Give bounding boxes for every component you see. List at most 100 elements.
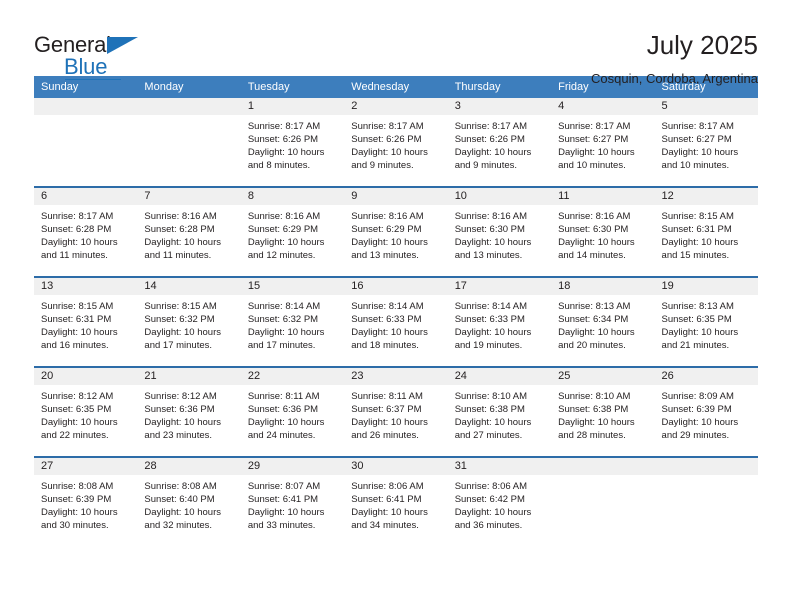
day-cell-inner: 10 Sunrise: 8:16 AM Sunset: 6:30 PM Dayligh…	[447, 188, 552, 276]
day-cell[interactable]: 10 Sunrise: 8:16 AM Sunset: 6:30 PM Dayligh…	[447, 186, 552, 277]
day-cell-inner: 3 Sunrise: 8:17 AM Sunset: 6:26 PM Daylight…	[447, 98, 552, 186]
day-cell-inner: 30 Sunrise: 8:06 AM Sunset: 6:41 PM Dayligh…	[344, 458, 448, 546]
sunset-text: Sunset: 6:26 PM	[351, 134, 422, 145]
day-cell[interactable]: 9 Sunrise: 8:16 AM Sunset: 6:29 PM Daylight…	[344, 186, 448, 277]
day-cell-empty	[34, 98, 138, 187]
sunset-text: Sunset: 6:41 PM	[351, 494, 422, 505]
day-cell[interactable]: 15 Sunrise: 8:14 AM Sunset: 6:32 PM Dayligh…	[240, 276, 345, 367]
day-cell-inner: 18 Sunrise: 8:13 AM Sunset: 6:34 PM Dayligh…	[551, 278, 655, 366]
daylight-text: Daylight: 10 hours and 27 minutes.	[454, 417, 532, 441]
sunrise-text: Sunrise: 8:10 AM	[558, 391, 631, 402]
sunset-text: Sunset: 6:30 PM	[558, 224, 629, 235]
day-cell[interactable]: 5 Sunrise: 8:17 AM Sunset: 6:27 PM Daylight…	[654, 98, 758, 187]
sunrise-text: Sunrise: 8:14 AM	[454, 301, 528, 312]
day-number: 14	[137, 278, 241, 295]
day-number: 17	[447, 278, 552, 295]
day-cell-inner: 20 Sunrise: 8:12 AM Sunset: 6:35 PM Dayligh…	[34, 368, 138, 456]
day-cell[interactable]: 16 Sunrise: 8:14 AM Sunset: 6:33 PM Dayligh…	[344, 276, 448, 367]
sunset-text: Sunset: 6:36 PM	[247, 404, 319, 415]
daylight-text: Daylight: 10 hours and 29 minutes.	[661, 417, 739, 441]
day-cell[interactable]: 23 Sunrise: 8:11 AM Sunset: 6:37 PM Dayligh…	[344, 366, 448, 457]
day-number	[654, 458, 758, 475]
day-cell-inner: 5 Sunrise: 8:17 AM Sunset: 6:27 PM Daylight…	[654, 98, 758, 186]
day-cell-empty	[137, 98, 241, 187]
logo-underline	[65, 79, 121, 80]
sunset-text: Sunset: 6:35 PM	[661, 314, 732, 325]
day-cell[interactable]: 27 Sunrise: 8:08 AM Sunset: 6:39 PM Dayligh…	[34, 456, 138, 546]
day-cell[interactable]: 3 Sunrise: 8:17 AM Sunset: 6:26 PM Daylight…	[447, 98, 552, 187]
day-cell[interactable]: 29 Sunrise: 8:07 AM Sunset: 6:41 PM Dayligh…	[240, 456, 345, 546]
sunrise-text: Sunrise: 8:11 AM	[247, 391, 320, 402]
day-sun-info: Sunrise: 8:17 AM Sunset: 6:26 PM Daylight:…	[241, 115, 344, 172]
day-number: 10	[447, 188, 552, 205]
sunset-text: Sunset: 6:32 PM	[247, 314, 319, 325]
day-sun-info: Sunrise: 8:11 AM Sunset: 6:36 PM Daylight:…	[241, 385, 344, 442]
day-cell-inner: 26 Sunrise: 8:09 AM Sunset: 6:39 PM Dayligh…	[654, 368, 758, 456]
day-cell-inner	[34, 98, 138, 186]
day-sun-info: Sunrise: 8:14 AM Sunset: 6:33 PM Daylight:…	[344, 295, 447, 352]
sunset-text: Sunset: 6:29 PM	[351, 224, 422, 235]
day-cell[interactable]: 21 Sunrise: 8:12 AM Sunset: 6:36 PM Dayligh…	[137, 366, 241, 457]
sunrise-text: Sunrise: 8:16 AM	[247, 211, 321, 222]
day-cell[interactable]: 7 Sunrise: 8:16 AM Sunset: 6:28 PM Daylight…	[137, 186, 241, 277]
day-cell[interactable]: 22 Sunrise: 8:11 AM Sunset: 6:36 PM Dayligh…	[240, 366, 345, 457]
day-cell-inner: 22 Sunrise: 8:11 AM Sunset: 6:36 PM Dayligh…	[240, 368, 345, 456]
day-cell[interactable]: 4 Sunrise: 8:17 AM Sunset: 6:27 PM Daylight…	[551, 98, 655, 187]
day-number: 29	[240, 458, 345, 475]
daylight-text: Daylight: 10 hours and 30 minutes.	[41, 507, 118, 531]
day-cell-inner: 14 Sunrise: 8:15 AM Sunset: 6:32 PM Dayligh…	[137, 278, 241, 366]
daylight-text: Daylight: 10 hours and 11 minutes.	[144, 237, 221, 261]
sunset-text: Sunset: 6:38 PM	[558, 404, 629, 415]
day-cell[interactable]: 20 Sunrise: 8:12 AM Sunset: 6:35 PM Dayligh…	[34, 366, 138, 457]
day-cell[interactable]: 12 Sunrise: 8:15 AM Sunset: 6:31 PM Dayligh…	[654, 186, 758, 277]
sunset-text: Sunset: 6:31 PM	[41, 314, 112, 325]
sunset-text: Sunset: 6:36 PM	[144, 404, 215, 415]
day-cell-inner: 21 Sunrise: 8:12 AM Sunset: 6:36 PM Dayligh…	[137, 368, 241, 456]
day-cell[interactable]: 26 Sunrise: 8:09 AM Sunset: 6:39 PM Dayligh…	[654, 366, 758, 457]
day-sun-info: Sunrise: 8:12 AM Sunset: 6:35 PM Daylight:…	[34, 385, 137, 442]
day-cell[interactable]: 18 Sunrise: 8:13 AM Sunset: 6:34 PM Dayligh…	[551, 276, 655, 367]
day-number: 6	[34, 188, 138, 205]
day-cell[interactable]: 8 Sunrise: 8:16 AM Sunset: 6:29 PM Daylight…	[240, 186, 345, 277]
day-sun-info: Sunrise: 8:14 AM Sunset: 6:32 PM Daylight:…	[241, 295, 344, 352]
day-number: 2	[344, 98, 448, 115]
day-number: 16	[344, 278, 448, 295]
day-cell-empty	[654, 456, 758, 546]
day-cell[interactable]: 17 Sunrise: 8:14 AM Sunset: 6:33 PM Dayligh…	[447, 276, 552, 367]
day-cell-inner: 4 Sunrise: 8:17 AM Sunset: 6:27 PM Daylight…	[551, 98, 655, 186]
day-number: 9	[344, 188, 448, 205]
sunset-text: Sunset: 6:26 PM	[454, 134, 525, 145]
day-sun-info: Sunrise: 8:17 AM Sunset: 6:26 PM Daylight:…	[344, 115, 447, 172]
day-number: 20	[34, 368, 138, 385]
day-cell[interactable]: 13 Sunrise: 8:15 AM Sunset: 6:31 PM Dayligh…	[34, 276, 138, 367]
day-cell-inner: 19 Sunrise: 8:13 AM Sunset: 6:35 PM Dayligh…	[654, 278, 758, 366]
day-number: 30	[344, 458, 448, 475]
day-cell[interactable]: 30 Sunrise: 8:06 AM Sunset: 6:41 PM Dayligh…	[344, 456, 448, 546]
day-cell-inner: 2 Sunrise: 8:17 AM Sunset: 6:26 PM Daylight…	[344, 98, 448, 186]
day-number	[137, 98, 241, 115]
day-number	[34, 98, 138, 115]
sunset-text: Sunset: 6:33 PM	[351, 314, 422, 325]
calendar-week-row: 6 Sunrise: 8:17 AM Sunset: 6:28 PM Daylight…	[34, 186, 758, 277]
daylight-text: Daylight: 10 hours and 23 minutes.	[144, 417, 221, 441]
day-cell[interactable]: 25 Sunrise: 8:10 AM Sunset: 6:38 PM Dayligh…	[551, 366, 655, 457]
day-cell[interactable]: 6 Sunrise: 8:17 AM Sunset: 6:28 PM Daylight…	[34, 186, 138, 277]
sunrise-sunset-calendar: Sunday Monday Tuesday Wednesday Thursday Frid…	[34, 76, 758, 546]
day-cell[interactable]: 31 Sunrise: 8:06 AM Sunset: 6:42 PM Dayligh…	[447, 456, 552, 546]
daylight-text: Daylight: 10 hours and 26 minutes.	[351, 417, 428, 441]
day-cell[interactable]: 11 Sunrise: 8:16 AM Sunset: 6:30 PM Dayligh…	[551, 186, 655, 277]
day-cell-inner: 16 Sunrise: 8:14 AM Sunset: 6:33 PM Dayligh…	[344, 278, 448, 366]
sunrise-text: Sunrise: 8:13 AM	[558, 301, 631, 312]
sunset-text: Sunset: 6:40 PM	[144, 494, 215, 505]
day-cell[interactable]: 2 Sunrise: 8:17 AM Sunset: 6:26 PM Daylight…	[344, 98, 448, 187]
day-cell[interactable]: 28 Sunrise: 8:08 AM Sunset: 6:40 PM Dayligh…	[137, 456, 241, 546]
day-cell[interactable]: 19 Sunrise: 8:13 AM Sunset: 6:35 PM Dayligh…	[654, 276, 758, 367]
day-sun-info: Sunrise: 8:06 AM Sunset: 6:42 PM Daylight:…	[448, 475, 551, 532]
day-number: 25	[551, 368, 655, 385]
day-sun-info: Sunrise: 8:06 AM Sunset: 6:41 PM Daylight:…	[344, 475, 447, 532]
day-number: 8	[240, 188, 345, 205]
calendar-page: General Blue July 2025 Cosquin, Cordoba,…	[0, 0, 792, 612]
day-cell[interactable]: 14 Sunrise: 8:15 AM Sunset: 6:32 PM Dayligh…	[137, 276, 241, 367]
day-cell[interactable]: 1 Sunrise: 8:17 AM Sunset: 6:26 PM Daylight…	[240, 98, 345, 187]
day-cell[interactable]: 24 Sunrise: 8:10 AM Sunset: 6:38 PM Dayligh…	[447, 366, 552, 457]
